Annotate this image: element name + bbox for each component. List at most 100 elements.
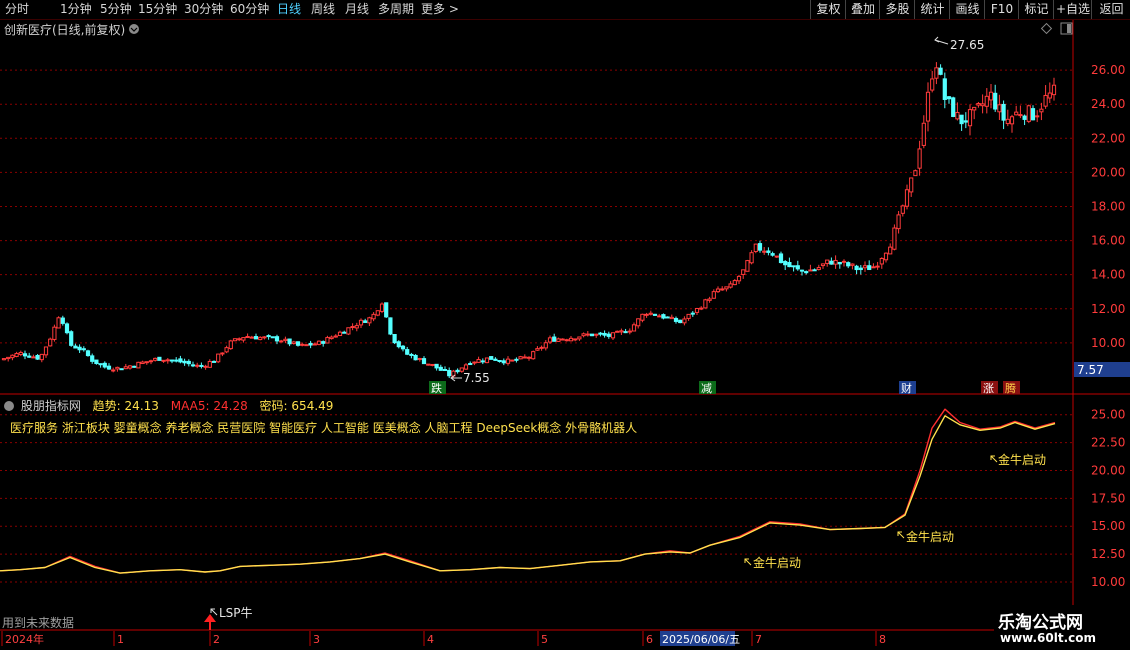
candle-body (102, 362, 107, 368)
price-tick-label: 24.00 (1091, 97, 1125, 111)
candle-body (463, 364, 469, 370)
candle-body (1051, 84, 1057, 96)
price-tick-label: 22.00 (1091, 131, 1125, 145)
candle-body (547, 337, 553, 343)
candle-body (665, 316, 670, 319)
candle-body (921, 122, 926, 146)
candle-body (589, 333, 595, 337)
candle-body (258, 336, 263, 341)
candle-body (106, 365, 112, 370)
indicator-collapse-icon[interactable] (4, 401, 14, 411)
candle-body (913, 170, 918, 177)
future-data-note: 用到未来数据 (2, 616, 75, 630)
candle-body (703, 299, 708, 309)
candle-body (615, 330, 620, 333)
candle-body (841, 260, 847, 263)
candle-body (220, 352, 225, 355)
candle-body (883, 252, 889, 261)
current-price-label: 7.57 (1077, 363, 1104, 377)
candle-body (224, 347, 229, 353)
timeline-label: 4 (427, 633, 434, 646)
candle-body (535, 348, 540, 351)
candle-body (1005, 118, 1010, 125)
low-price-label: 7.55 (463, 371, 490, 385)
candle-body (997, 104, 1002, 113)
candle-body (287, 338, 292, 345)
candle-body (1030, 108, 1036, 121)
watermark-site-name: 乐淘公式网 (998, 613, 1083, 633)
chart-canvas[interactable]: 10.00 12.00 14.00 16.00 18.00 20.00 22.00 24.00… (0, 0, 1130, 650)
candle-body (371, 313, 376, 320)
candle-body (400, 345, 406, 350)
candle-body (602, 332, 607, 336)
price-tick-label: 18.00 (1091, 199, 1125, 213)
candle-body (90, 355, 95, 362)
candle-body (262, 336, 267, 339)
indicator-name[interactable]: 股朋指标网 (21, 399, 81, 413)
candle-body (543, 342, 548, 349)
candle-body (39, 353, 44, 361)
candle-body (295, 341, 301, 346)
candle-body (585, 333, 590, 336)
candle-body (308, 342, 313, 346)
code-label: 密码: (259, 399, 288, 413)
high-annotation: 27.65 (934, 36, 984, 52)
candle-body (140, 361, 145, 365)
candle-body (837, 261, 842, 265)
candle-body (539, 346, 544, 349)
candle-body (762, 250, 767, 253)
candle-body (195, 364, 200, 367)
candle-body (396, 341, 401, 348)
candle-body (241, 337, 246, 341)
diamond-icon[interactable] (1040, 22, 1053, 35)
timeline-label: 7 (755, 633, 762, 646)
candle-body (636, 318, 641, 327)
concept-tags: 医疗服务 浙江板块 婴童概念 养老概念 民营医院 智能医疗 人工智能 医美概念 … (10, 421, 638, 435)
candle-body (447, 370, 452, 377)
timeline-label: 2 (213, 633, 220, 646)
candle-body (136, 361, 141, 369)
candle-body (867, 265, 872, 271)
candle-body (178, 358, 183, 363)
candle-body (934, 67, 939, 79)
candle-body (501, 360, 506, 364)
candle-body (598, 332, 603, 335)
candle-body (904, 189, 910, 207)
candle-body (560, 338, 565, 341)
candle-body (619, 330, 624, 333)
candle-body (337, 331, 343, 337)
candle-body (493, 358, 498, 361)
candle-body (736, 275, 742, 282)
timeline-label: 3 (313, 633, 320, 646)
candle-body (745, 260, 750, 272)
candle-body (774, 255, 779, 258)
candle-body (850, 263, 855, 266)
chevron-down-icon[interactable] (129, 24, 139, 34)
marker-finance: 财 (901, 381, 912, 395)
candle-body (728, 283, 733, 288)
candle-body (858, 267, 863, 271)
candle-body (820, 263, 826, 267)
signal-jinniu-2: 金牛启动 (906, 529, 954, 544)
candle-body (711, 291, 716, 299)
candle-body (833, 259, 838, 265)
candle-body (228, 340, 233, 350)
candle-body (123, 366, 128, 370)
candle-body (720, 288, 725, 291)
candle-body (182, 360, 187, 364)
candle-body (606, 333, 611, 337)
candle-body (518, 356, 523, 360)
up-arrow-icon (204, 614, 216, 622)
candle-body (514, 358, 519, 361)
price-tick-label: 12.00 (1091, 302, 1125, 316)
candle-body (510, 359, 515, 362)
candle-body (392, 334, 397, 344)
candle-body (1001, 103, 1006, 121)
candle-body (249, 336, 254, 339)
candle-body (52, 326, 57, 340)
candle-body (153, 357, 158, 361)
indicator-tick-label: 17.50 (1091, 491, 1125, 505)
candle-body (6, 356, 11, 360)
candle-body (132, 365, 137, 368)
candle-body (669, 316, 674, 320)
